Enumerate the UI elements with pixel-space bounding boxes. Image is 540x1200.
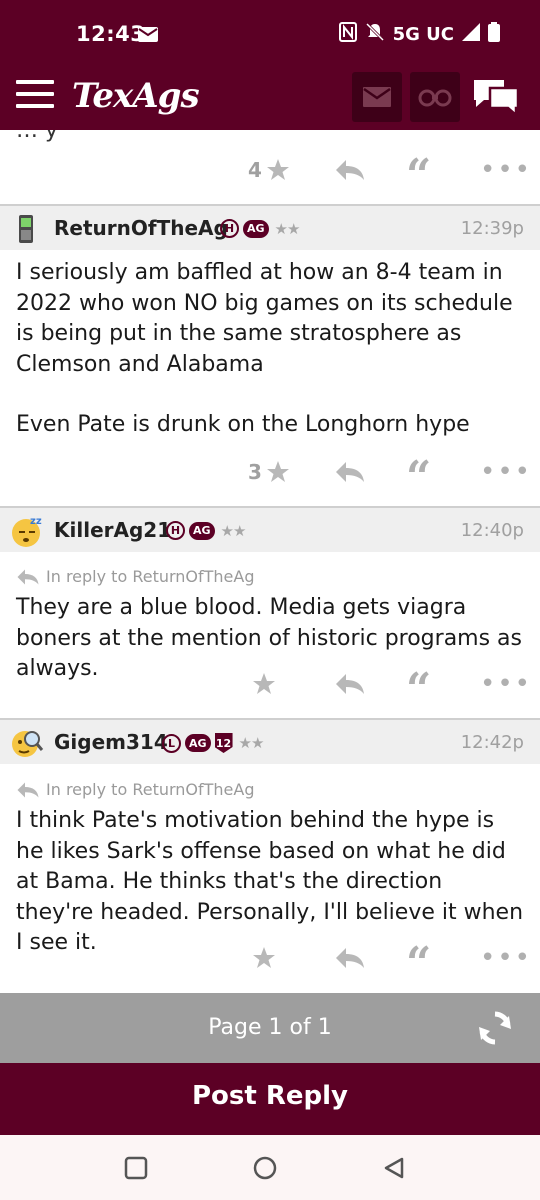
reply-button[interactable] bbox=[334, 938, 366, 978]
app-bar: TexAgs bbox=[0, 70, 540, 130]
in-reply-to-label: In reply to ReturnOfTheAg bbox=[46, 567, 255, 586]
post-time: 12:42p bbox=[460, 732, 524, 753]
star-icon bbox=[253, 947, 275, 968]
reply-button[interactable] bbox=[334, 150, 366, 190]
post-header: zz KillerAg21 H AG ★★ 12:40p bbox=[0, 506, 540, 552]
post-time: 12:40p bbox=[460, 520, 524, 541]
binoculars-icon bbox=[418, 89, 452, 107]
post-actions: “ ••• bbox=[0, 664, 540, 712]
badge-ag: AG bbox=[185, 734, 211, 752]
star-icon bbox=[266, 461, 289, 482]
more-icon[interactable]: ••• bbox=[480, 664, 532, 704]
avatar-magnifier-icon bbox=[12, 731, 44, 757]
post-header: ReturnOfTheAg H AG ★★ 12:39p bbox=[0, 204, 540, 250]
nfc-icon bbox=[338, 22, 357, 47]
star-button[interactable]: 4 bbox=[248, 150, 290, 190]
signal-icon bbox=[462, 23, 480, 46]
user-badges: H AG ★★ bbox=[166, 521, 247, 540]
in-reply-to[interactable]: In reply to ReturnOfTheAg bbox=[16, 567, 255, 586]
username[interactable]: ReturnOfTheAg bbox=[54, 216, 228, 240]
status-icons: 5G UC bbox=[338, 22, 500, 47]
reply-button[interactable] bbox=[334, 664, 366, 704]
reply-button[interactable] bbox=[334, 452, 366, 492]
app-logo[interactable]: TexAgs bbox=[72, 76, 200, 116]
post-paragraph: Even Pate is drunk on the Longhorn hype bbox=[16, 412, 470, 437]
refresh-icon[interactable] bbox=[474, 1007, 516, 1049]
post-actions: “ ••• bbox=[0, 938, 540, 986]
more-icon[interactable]: ••• bbox=[480, 452, 532, 492]
quote-icon[interactable]: “ bbox=[406, 938, 431, 986]
back-icon[interactable] bbox=[382, 1156, 406, 1180]
more-icon[interactable]: ••• bbox=[480, 150, 532, 190]
avatar-phone-icon bbox=[19, 215, 33, 243]
status-bar: 12:43 5G UC bbox=[0, 0, 540, 70]
post-reply-button[interactable]: Post Reply bbox=[0, 1063, 540, 1135]
reply-icon bbox=[17, 569, 39, 584]
star-button[interactable] bbox=[248, 664, 276, 704]
star-button[interactable] bbox=[248, 938, 276, 978]
badge-l: L bbox=[162, 733, 181, 753]
following-button[interactable] bbox=[410, 72, 460, 122]
badge-12-shield: 12 bbox=[214, 733, 233, 753]
post-time: 12:39p bbox=[460, 218, 524, 239]
status-time: 12:43 bbox=[76, 22, 146, 46]
reply-icon bbox=[17, 782, 39, 797]
in-reply-to[interactable]: In reply to ReturnOfTheAg bbox=[16, 780, 255, 799]
post-paragraph: I think Pate's motivation behind the hyp… bbox=[16, 808, 524, 955]
badge-h: H bbox=[166, 521, 185, 540]
post-reply-label: Post Reply bbox=[192, 1081, 348, 1111]
star-icon bbox=[253, 673, 275, 694]
post-actions: 3 “ ••• bbox=[0, 452, 540, 500]
rank-stars: ★★ bbox=[220, 521, 247, 540]
rank-stars: ★★ bbox=[274, 219, 301, 238]
badge-ag: AG bbox=[243, 219, 269, 238]
star-icon bbox=[266, 159, 289, 180]
quote-icon[interactable]: “ bbox=[406, 452, 431, 500]
username[interactable]: KillerAg21 bbox=[54, 518, 171, 542]
system-nav-bar bbox=[0, 1135, 540, 1200]
mute-bell-icon bbox=[365, 22, 385, 47]
network-label: 5G UC bbox=[392, 24, 454, 45]
star-count: 4 bbox=[248, 158, 262, 182]
badge-h: H bbox=[220, 219, 239, 238]
post-paragraph: I seriously am baffled at how an 8-4 tea… bbox=[16, 260, 513, 377]
quote-icon[interactable]: “ bbox=[406, 664, 431, 712]
post-body: I think Pate's motivation behind the hyp… bbox=[16, 806, 526, 959]
previous-post-text-fragment: … y bbox=[16, 130, 59, 143]
star-button[interactable]: 3 bbox=[248, 452, 290, 492]
svg-text:zz: zz bbox=[30, 516, 42, 527]
reply-icon bbox=[336, 674, 364, 694]
messages-button[interactable] bbox=[352, 72, 402, 122]
mail-icon bbox=[363, 87, 391, 107]
username[interactable]: Gigem314 bbox=[54, 730, 168, 754]
quote-icon[interactable]: “ bbox=[406, 150, 431, 198]
post-body: I seriously am baffled at how an 8-4 tea… bbox=[16, 258, 526, 441]
pager-bar: Page 1 of 1 bbox=[0, 993, 540, 1063]
menu-icon[interactable] bbox=[16, 80, 54, 110]
more-icon[interactable]: ••• bbox=[480, 938, 532, 978]
battery-icon bbox=[488, 22, 500, 47]
chat-icon bbox=[474, 80, 520, 118]
reply-icon bbox=[336, 160, 364, 180]
page-indicator[interactable]: Page 1 of 1 bbox=[0, 1015, 540, 1040]
chat-button[interactable] bbox=[470, 74, 522, 122]
home-icon[interactable] bbox=[253, 1156, 277, 1180]
thread-feed[interactable]: … y 4 “ ••• ReturnOfTheAg H AG ★★ 12:39p… bbox=[0, 130, 540, 993]
mail-notification-icon bbox=[138, 27, 158, 46]
user-badges: H AG ★★ bbox=[220, 219, 301, 238]
avatar-sleepy-icon: zz bbox=[12, 516, 42, 547]
user-badges: L AG 12 ★★ bbox=[162, 733, 265, 753]
reply-icon bbox=[336, 948, 364, 968]
badge-ag: AG bbox=[189, 521, 215, 540]
in-reply-to-label: In reply to ReturnOfTheAg bbox=[46, 780, 255, 799]
reply-icon bbox=[336, 462, 364, 482]
rank-stars: ★★ bbox=[238, 734, 265, 752]
recents-icon[interactable] bbox=[124, 1156, 148, 1180]
previous-post-actions: 4 “ ••• bbox=[0, 150, 540, 198]
post-header: Gigem314 L AG 12 ★★ 12:42p bbox=[0, 718, 540, 764]
star-count: 3 bbox=[248, 460, 262, 484]
